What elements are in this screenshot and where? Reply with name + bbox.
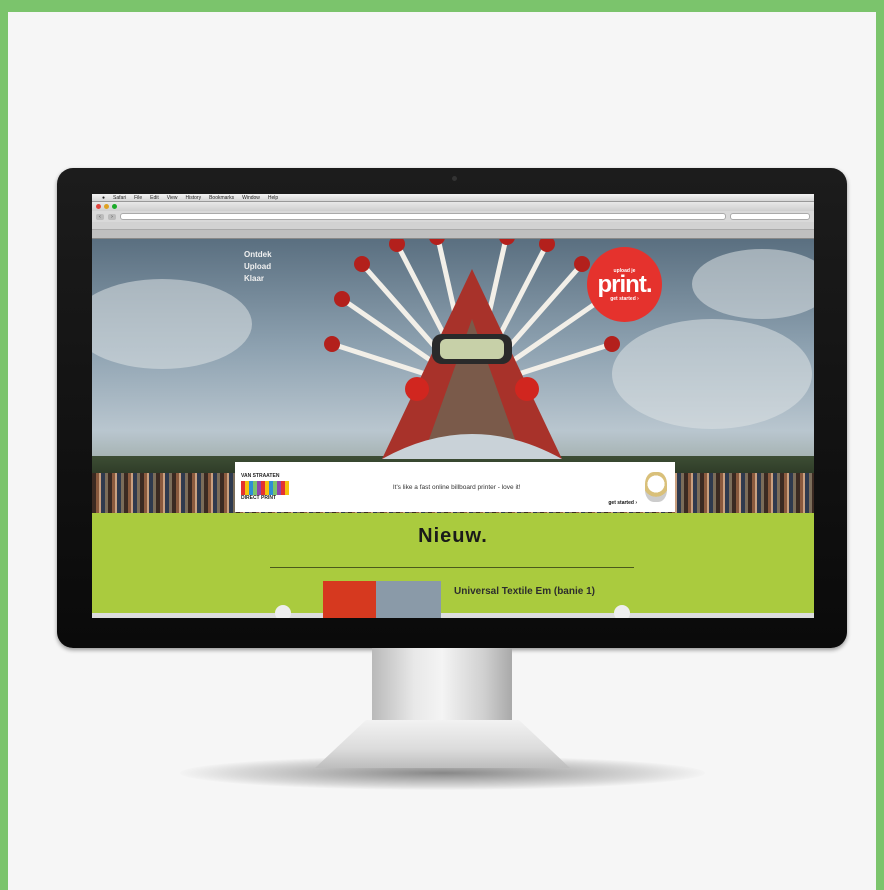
window-titlebar xyxy=(92,202,814,211)
hero-line: Ontdek xyxy=(244,250,272,259)
ad-cta-link[interactable]: get started › xyxy=(608,500,645,512)
monitor: ● Safari File Edit View History Bookmark… xyxy=(57,168,847,648)
search-input[interactable] xyxy=(730,213,810,220)
cloud xyxy=(612,319,812,429)
menu-item[interactable]: Help xyxy=(268,195,278,201)
badge-title: print. xyxy=(597,270,653,298)
menu-item[interactable]: Safari xyxy=(113,195,126,201)
hero-line: Upload xyxy=(244,262,272,271)
helmet-image xyxy=(645,472,667,502)
ad-brand: VAN STRAATEN xyxy=(241,473,280,479)
hero-line: Klaar xyxy=(244,274,265,283)
ad-logo: VAN STRAATEN DIRECT PRINT xyxy=(235,473,305,501)
back-button[interactable]: ‹ xyxy=(96,213,104,220)
badge-bottom-text: get started › xyxy=(610,295,639,302)
ad-brand-sub: DIRECT PRINT xyxy=(241,495,276,501)
menu-item[interactable]: View xyxy=(167,195,178,201)
ad-logo-grid xyxy=(241,481,289,495)
cloud xyxy=(692,249,814,319)
hero-image: Ontdek Upload Klaar upload je print. get… xyxy=(92,239,814,513)
minimize-icon[interactable] xyxy=(104,204,109,209)
bookmarks-bar xyxy=(92,222,814,230)
apple-icon[interactable]: ● xyxy=(102,195,105,201)
hero-text: Ontdek Upload Klaar xyxy=(244,249,272,285)
print-badge[interactable]: upload je print. get started › xyxy=(587,247,662,322)
menu-item[interactable]: File xyxy=(134,195,142,201)
tab-bar[interactable] xyxy=(92,230,814,239)
address-bar[interactable] xyxy=(120,213,726,220)
news-title-link[interactable]: Universal Textile Em (banie 1) xyxy=(454,583,604,601)
menu-item[interactable]: Bookmarks xyxy=(209,195,234,201)
screen: ● Safari File Edit View History Bookmark… xyxy=(92,194,814,618)
section-title: Nieuw. xyxy=(418,525,488,547)
camera xyxy=(452,176,457,181)
menu-item[interactable]: Window xyxy=(242,195,260,201)
zoom-icon[interactable] xyxy=(112,204,117,209)
news-thumbnail[interactable] xyxy=(323,581,441,618)
browser-toolbar: ‹ › xyxy=(92,211,814,222)
prev-arrow-icon[interactable] xyxy=(275,605,291,618)
close-icon[interactable] xyxy=(96,204,101,209)
nieuw-section: Nieuw. Universal Textile Em (banie 1) xyxy=(92,513,814,618)
ad-banner[interactable]: VAN STRAATEN DIRECT PRINT It's like a fa… xyxy=(235,462,675,512)
cloud xyxy=(92,279,252,369)
menu-item[interactable]: Edit xyxy=(150,195,159,201)
mac-menu-bar: ● Safari File Edit View History Bookmark… xyxy=(92,194,814,202)
divider xyxy=(270,567,634,568)
headdress-sculpture xyxy=(324,239,620,459)
next-arrow-icon[interactable] xyxy=(614,605,630,618)
forward-button[interactable]: › xyxy=(108,213,116,220)
menu-item[interactable]: History xyxy=(186,195,202,201)
ad-tagline: It's like a fast online billboard printe… xyxy=(392,483,521,491)
